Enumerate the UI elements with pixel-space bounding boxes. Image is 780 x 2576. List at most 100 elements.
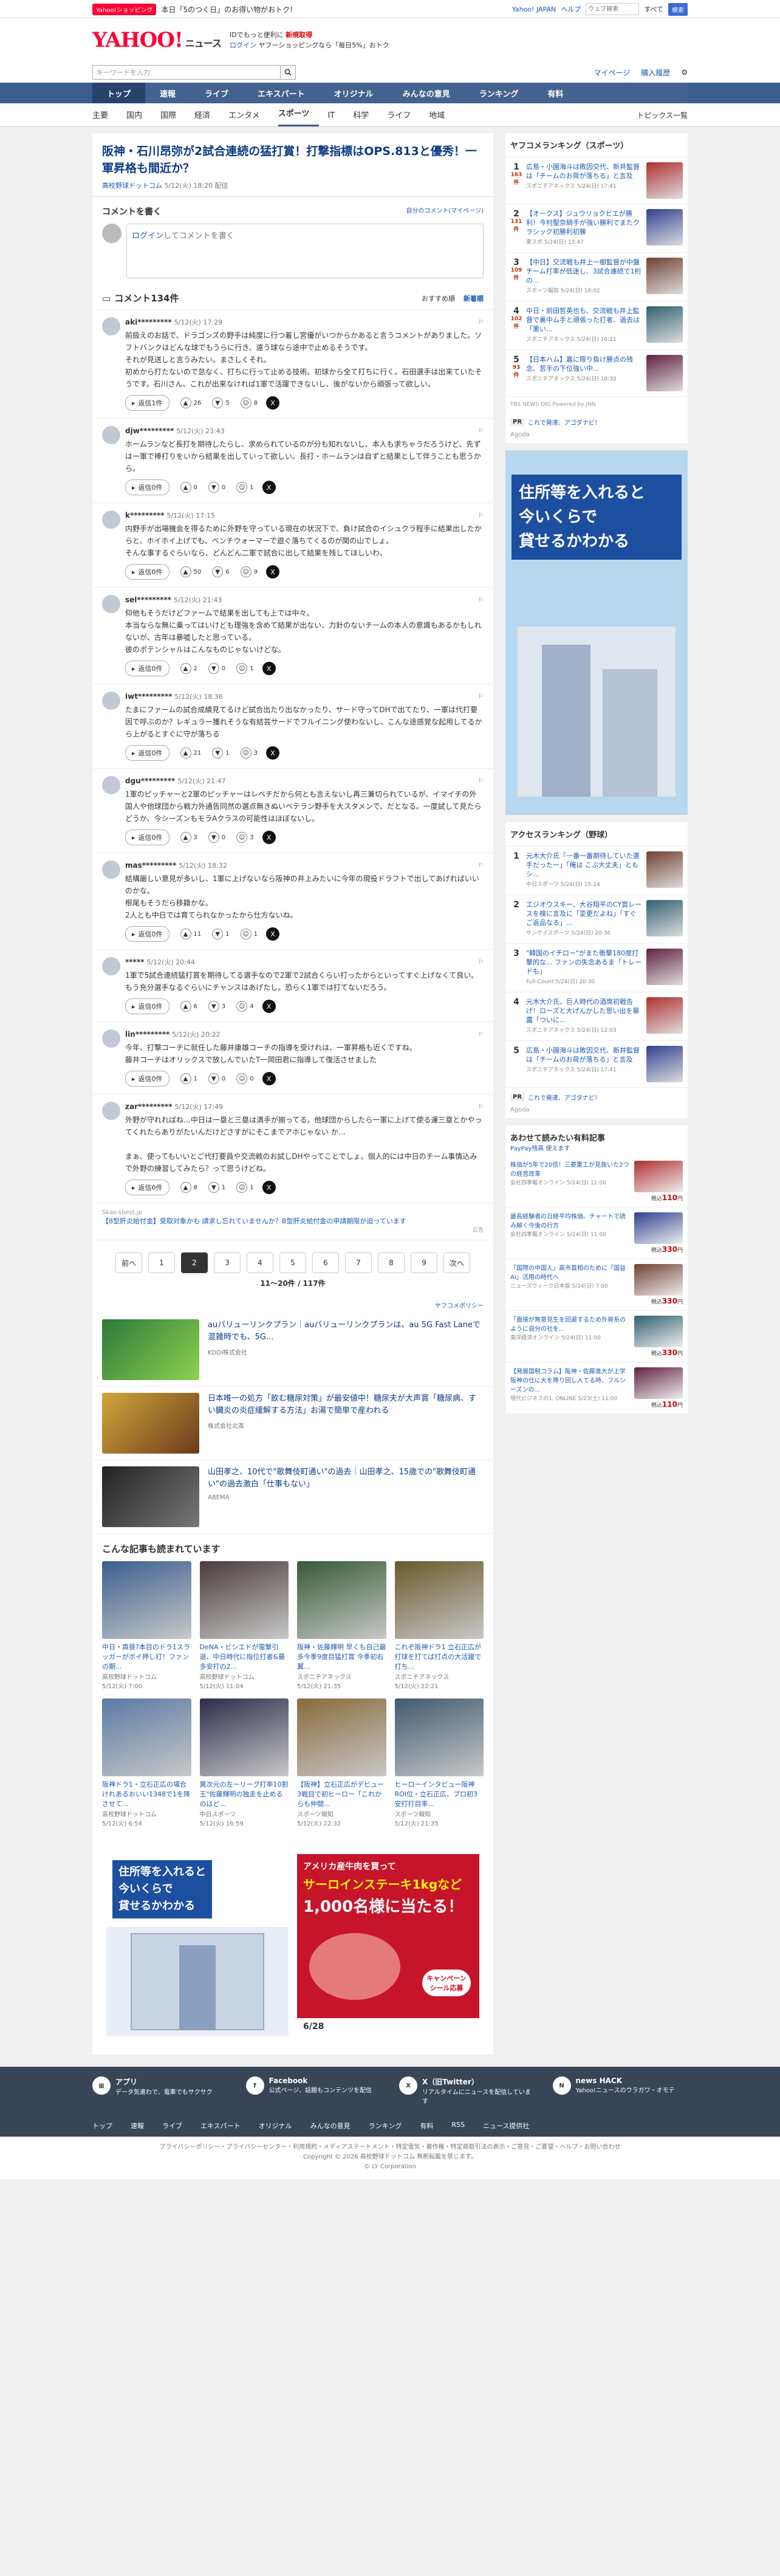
good-button[interactable]: ▲ 2	[180, 663, 197, 674]
shopping-promo[interactable]: ヤフーショッピングなら「毎日5%」おトク	[258, 41, 389, 49]
bad-button[interactable]: ▼ 1	[212, 929, 230, 939]
ad-title[interactable]: 日本唯一の処方「飲む糖尿対策」が最安値中！糖尿夫が大声賞「糖尿病、すい臓炎の炎症…	[208, 1393, 484, 1417]
help-link[interactable]: ヘルプ	[561, 4, 581, 14]
footer-item[interactable]: ▦ アプリ データ気遣わで、電車でもサクサク	[92, 2076, 228, 2105]
related-card[interactable]: ヒーローインタビュー阪神ROI位・立石正広、プロ初3安打打目率... スポーツ報知…	[394, 1698, 484, 1827]
cat-3[interactable]: 経済	[194, 109, 220, 126]
more-button[interactable]: ☺ 1	[240, 929, 258, 939]
more-button[interactable]: ☺ 3	[240, 747, 258, 758]
reply-button[interactable]: ▸ 返信0件	[125, 829, 169, 845]
nav-5[interactable]: みんなの意見	[388, 83, 465, 103]
footer-link[interactable]: 有料	[420, 2121, 433, 2131]
footer-link[interactable]: 速報	[131, 2121, 144, 2131]
paid-title[interactable]: 株価が5年で20倍！三菱重工が見抜いた2つの経営改革	[510, 1162, 629, 1178]
nav-7[interactable]: 有料	[533, 83, 578, 103]
footer-link[interactable]: エキスパート	[200, 2121, 241, 2131]
related-card[interactable]: 異次元の左ーリーグ打率10割王"佐藤輝明の独走を止めるのはど... 中日スポーツ 5…	[199, 1698, 289, 1827]
footer-link[interactable]: RSS	[451, 2121, 465, 2131]
footer-item-title[interactable]: Facebook	[269, 2076, 372, 2085]
cat-6[interactable]: IT	[327, 111, 344, 126]
related-title[interactable]: 中日・真昼?本目のドラ1スラッガーがボイ押し打！ファンの期...	[102, 1643, 191, 1672]
related-card[interactable]: DeNA・ビシエドが電撃引退、中日時代に指位打者&最多安打の2... 高校野球ドッ…	[199, 1561, 289, 1690]
prev-button[interactable]: 前へ	[115, 1252, 142, 1273]
ranking-item[interactable]: 3 109件 【中日】交流戦も井上一樹監督が中盤 チーム打率が低迷し、3試合連続で1…	[505, 253, 688, 301]
more-button[interactable]: ☺ 1	[236, 1182, 254, 1193]
x-share-icon[interactable]: X	[262, 1181, 276, 1194]
footer-link[interactable]: トップ	[92, 2121, 112, 2131]
cat-4[interactable]: エンタメ	[228, 109, 270, 126]
more-button[interactable]: ☺ 0	[236, 1073, 254, 1084]
paid-title[interactable]: 「国際の中国人」高市首相のために「国益AI」活用の時代へ	[510, 1265, 626, 1281]
comment-user[interactable]: iwt*********	[125, 692, 172, 701]
bad-button[interactable]: ▼ 0	[208, 663, 225, 674]
more-button[interactable]: ☺ 4	[236, 1001, 254, 1012]
comment-policy-link[interactable]: ヤフコメポリシー	[435, 1300, 484, 1310]
report-link[interactable]: ⚐	[478, 1031, 484, 1038]
more-button[interactable]: ☺ 1	[236, 663, 254, 674]
search-scope[interactable]: すべて	[644, 4, 663, 14]
footer-item[interactable]: X X（旧Twitter） リアルタイムにニュースを配信しています	[399, 2076, 535, 2105]
report-link[interactable]: ⚐	[478, 778, 484, 785]
signup-link[interactable]: 新規取得	[286, 31, 312, 39]
ad-title[interactable]: auバリューリンクプラン｜auバリューリンクプランは、au 5G Fast La…	[208, 1319, 484, 1344]
report-link[interactable]: ⚐	[478, 597, 484, 603]
sort-recommended[interactable]: おすすめ順	[422, 294, 455, 303]
access-title[interactable]: 元木大介氏「一番一番期待していた選手だったー」「俺は こぶ大丈夫」ともシ...	[526, 852, 640, 878]
topics-link[interactable]: トピックス一覧	[637, 110, 688, 126]
comment-user[interactable]: zar*********	[125, 1102, 172, 1111]
access-item[interactable]: 5 広島・小園海斗は敗因交代、新井監督は「チームのお荷が落ちる」と言及 スポニチアネ…	[505, 1041, 688, 1088]
footer-link[interactable]: みんなの意見	[310, 2121, 351, 2131]
comment-user[interactable]: djw*********	[125, 427, 174, 435]
bad-button[interactable]: ▼ 3	[208, 1001, 225, 1012]
x-share-icon[interactable]: X	[266, 927, 280, 941]
mypage-link[interactable]: マイページ	[594, 67, 630, 78]
yahoo-logo[interactable]: YAHOO! ニュース	[92, 28, 222, 52]
nav-4[interactable]: オリジナル	[320, 83, 388, 103]
page-4[interactable]: 4	[247, 1252, 273, 1273]
footer-link[interactable]: ランキング	[369, 2121, 402, 2131]
nav-2[interactable]: ライブ	[190, 83, 243, 103]
x-share-icon[interactable]: X	[262, 1072, 276, 1085]
reply-button[interactable]: ▸ 返信0件	[125, 1071, 169, 1087]
cat-9[interactable]: 地域	[429, 109, 454, 126]
x-share-icon[interactable]: X	[262, 662, 276, 675]
cat-2[interactable]: 国際	[160, 109, 186, 126]
access-title[interactable]: 広島・小園海斗は敗因交代、新井監督は「チームのお荷が落ちる」と言及	[526, 1046, 640, 1063]
reply-button[interactable]: ▸ 返信0件	[125, 661, 169, 676]
more-button[interactable]: ☺ 9	[240, 566, 258, 577]
promo-text[interactable]: 本日「5のつく日」のお得い物がおトク!	[161, 4, 292, 15]
page-1[interactable]: 1	[148, 1252, 175, 1273]
access-item[interactable]: 4 元木大介氏、巨人時代の酒席初戦告げ！ローズと大げんかした思い出を暴露「ついに.…	[505, 992, 688, 1041]
ad-title[interactable]: 山田孝之、10代で"歌舞伎町通い"の過去｜山田孝之、15歳での"歌舞伎町通い"の…	[208, 1466, 484, 1491]
x-share-icon[interactable]: X	[262, 831, 276, 844]
access-title[interactable]: エジオウスキー、大谷翔平のCY賞レースを検に言及に「変更だよね」「すぐご返品なる…	[526, 901, 641, 927]
ad-item[interactable]: 山田孝之、10代で"歌舞伎町通い"の過去｜山田孝之、15歳での"歌舞伎町通い"の…	[92, 1460, 493, 1534]
cat-7[interactable]: 科学	[353, 109, 378, 126]
ranking-title[interactable]: 【中日】交流戦も井上一樹監督が中盤 チーム打率が低迷し、3試合連続で1桁の...	[526, 258, 641, 284]
banner-ad-realestate[interactable]: 住所等を入れると 今いくらで 貸せるかわかる	[106, 1854, 289, 2036]
bad-button[interactable]: ▼ 6	[212, 566, 230, 577]
related-title[interactable]: 阪神ドラ1・立石正広の場合けれあるおいい1348で1を降させて...	[102, 1780, 191, 1809]
paid-item[interactable]: 「面接が無意見生を回避するため外資系のように自分の社を... 東洋経済オンライン …	[505, 1311, 688, 1362]
related-title[interactable]: 異次元の左ーリーグ打率10割王"佐藤輝明の独走を止めるのはど...	[200, 1780, 289, 1809]
comment-user[interactable]: aki*********	[125, 318, 172, 326]
related-card[interactable]: これぞ阪神ドラ1 立石正広が打球を打てば打点の大活躍で打ち... スポニチアネック…	[394, 1561, 484, 1690]
comment-user[interactable]: sel*********	[125, 596, 171, 604]
page-2[interactable]: 2	[181, 1252, 208, 1273]
pr-link[interactable]: これで発達、アゴダナビ！	[528, 417, 601, 427]
reply-button[interactable]: ▸ 返信0件	[125, 564, 169, 580]
footer-item-title[interactable]: X（旧Twitter）	[422, 2076, 535, 2087]
comment-textarea[interactable]: ログインしてコメントを書く	[126, 224, 484, 278]
ranking-item[interactable]: 5 93件 【日本ハム】嘉に限り負け勝点の残念、苦手の下位強い中... スポニチアネッ…	[505, 350, 688, 397]
paid-item[interactable]: 【発展国税コラム】阪神・佐藤進大が上学 阪神の仕に大を降り回し人てる時、フルシー…	[505, 1362, 688, 1414]
promo-pill[interactable]: Yahoo!ショッピング	[92, 3, 157, 15]
keyword-search-input[interactable]: キーワードを入力	[92, 65, 281, 80]
x-share-icon[interactable]: X	[262, 1000, 276, 1013]
paid-title[interactable]: 「面接が無意見生を回避するため外資系のように自分の社を...	[510, 1317, 626, 1333]
nav-6[interactable]: ランキング	[465, 83, 533, 103]
paid-title[interactable]: 最長経験者の日経平均株価、チャートで読み解く今後の行方	[510, 1214, 626, 1229]
x-share-icon[interactable]: X	[262, 481, 276, 494]
good-button[interactable]: ▲ 50	[180, 566, 201, 577]
search-icon[interactable]	[280, 65, 296, 80]
good-button[interactable]: ▲ 6	[180, 1001, 197, 1012]
